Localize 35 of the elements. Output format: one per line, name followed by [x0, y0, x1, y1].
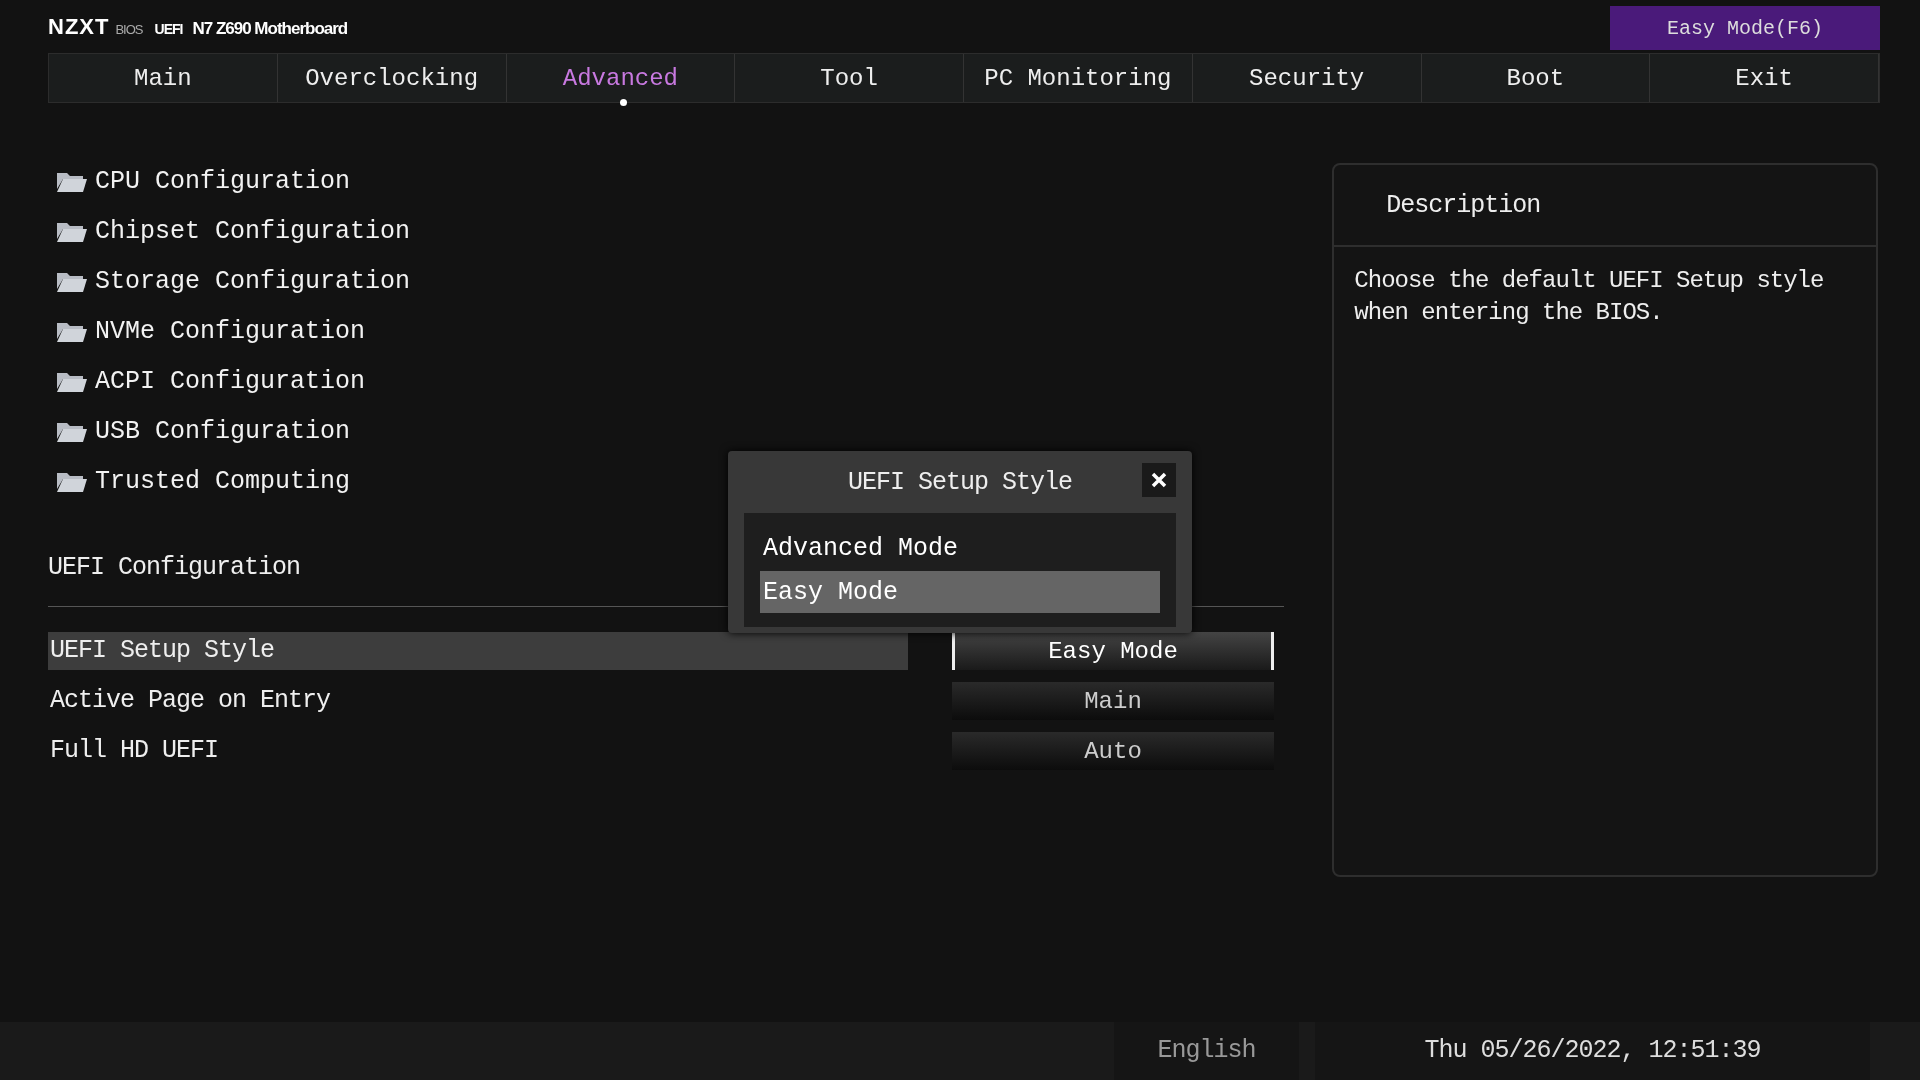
- setting-value-button[interactable]: Main: [952, 682, 1274, 720]
- setting-value-button[interactable]: Auto: [952, 732, 1274, 770]
- easy-mode-button[interactable]: Easy Mode(F6): [1610, 6, 1880, 50]
- setting-value-button[interactable]: Easy Mode: [952, 632, 1274, 670]
- setting-label[interactable]: Full HD UEFI: [48, 732, 908, 770]
- setting-label[interactable]: Active Page on Entry: [48, 682, 908, 720]
- description-title: Description: [1386, 190, 1541, 220]
- model-name: N7 Z690 Motherboard: [192, 18, 348, 39]
- tab[interactable]: Security: [1192, 54, 1422, 102]
- menu-item[interactable]: Chipset Configuration: [95, 216, 411, 246]
- section-title: UEFI Configuration: [48, 553, 302, 582]
- menu-item[interactable]: Trusted Computing: [95, 466, 351, 496]
- menu-item[interactable]: ACPI Configuration: [95, 366, 366, 396]
- menu-item[interactable]: USB Configuration: [95, 416, 351, 446]
- uefi-label: UEFI: [154, 20, 183, 37]
- menu-item[interactable]: NVMe Configuration: [95, 316, 366, 346]
- popup-option[interactable]: Easy Mode: [760, 571, 1160, 613]
- bios-label: BIOS: [115, 21, 143, 37]
- close-icon: [1149, 470, 1169, 490]
- tab[interactable]: Main: [49, 54, 278, 102]
- language-selector[interactable]: English: [1114, 1022, 1299, 1080]
- popup-title: UEFI Setup Style: [847, 467, 1072, 497]
- setting-label[interactable]: UEFI Setup Style: [48, 632, 908, 670]
- description-text: Choose the default UEFI Setup style when entering the BIOS.: [1353, 266, 1825, 328]
- tab[interactable]: PC Monitoring: [964, 54, 1193, 102]
- close-button[interactable]: [1142, 463, 1176, 497]
- tab[interactable]: Tool: [735, 54, 964, 102]
- tab[interactable]: Exit: [1650, 54, 1879, 102]
- popup-option[interactable]: Advanced Mode: [760, 527, 1160, 569]
- date-time: Thu 05/26/2022, 12:51:39: [1315, 1022, 1870, 1080]
- tab[interactable]: Overclocking: [277, 54, 507, 102]
- menu-item[interactable]: CPU Configuration: [95, 166, 351, 196]
- brand-logo: NZXT: [48, 13, 110, 40]
- tab[interactable]: Boot: [1421, 54, 1651, 102]
- menu-item[interactable]: Storage Configuration: [95, 266, 411, 296]
